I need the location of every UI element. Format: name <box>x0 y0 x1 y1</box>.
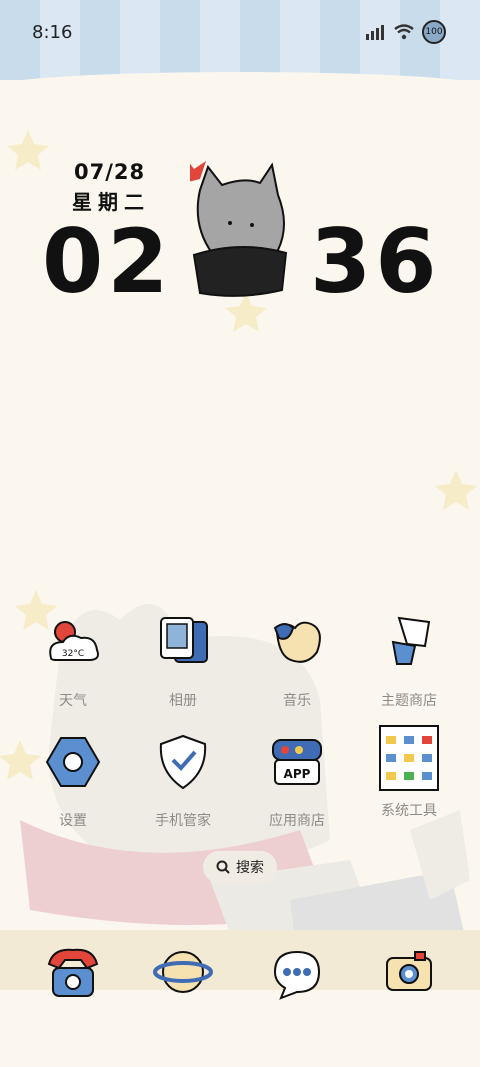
search-label: 搜索 <box>236 860 264 876</box>
search-icon <box>216 860 230 874</box>
weather-temp: 32°C <box>62 649 84 659</box>
app-phone-manager[interactable]: 手机管家 <box>133 732 233 830</box>
app-label: 设置 <box>59 813 87 829</box>
app-label: 天气 <box>59 693 87 709</box>
app-store-badge: APP <box>284 767 311 781</box>
app-gallery[interactable]: 相册 <box>133 612 233 710</box>
gallery-icon <box>160 617 208 663</box>
app-label: 主题商店 <box>381 693 437 709</box>
system-tools-icon <box>379 725 439 791</box>
clock-hour: 02 <box>42 210 173 313</box>
app-weather[interactable]: 32°C 天气 <box>23 612 123 710</box>
dock-browser[interactable] <box>133 942 233 1006</box>
music-icon <box>273 621 321 663</box>
messages-icon <box>273 950 321 1000</box>
search-button[interactable]: 搜索 <box>203 851 277 883</box>
app-settings[interactable]: 设置 <box>23 732 123 830</box>
cat-mascot-icon <box>190 161 288 297</box>
app-system-tools[interactable]: 系统工具 <box>359 722 459 820</box>
camera-icon <box>386 951 432 991</box>
app-label: 系统工具 <box>381 803 437 819</box>
app-store[interactable]: APP 应用商店 <box>247 732 347 830</box>
app-label: 相册 <box>169 693 197 709</box>
dock-camera[interactable] <box>359 942 459 1006</box>
phone-manager-icon <box>159 734 207 790</box>
dock-messages[interactable] <box>247 942 347 1006</box>
browser-icon <box>153 951 213 993</box>
app-music[interactable]: 音乐 <box>247 612 347 710</box>
dock <box>0 930 480 1067</box>
clock-minute: 36 <box>310 210 441 313</box>
phone-icon <box>47 948 99 997</box>
app-store-icon: APP <box>272 739 322 785</box>
app-label: 手机管家 <box>155 813 211 829</box>
dock-phone[interactable] <box>23 942 123 1006</box>
weather-icon: 32°C <box>49 621 99 661</box>
settings-icon <box>45 737 101 787</box>
app-theme-store[interactable]: 主题商店 <box>359 612 459 710</box>
app-label: 音乐 <box>283 693 311 709</box>
date-text: 07/28 <box>74 160 146 184</box>
app-label: 应用商店 <box>269 813 325 829</box>
theme-store-icon <box>391 616 431 665</box>
